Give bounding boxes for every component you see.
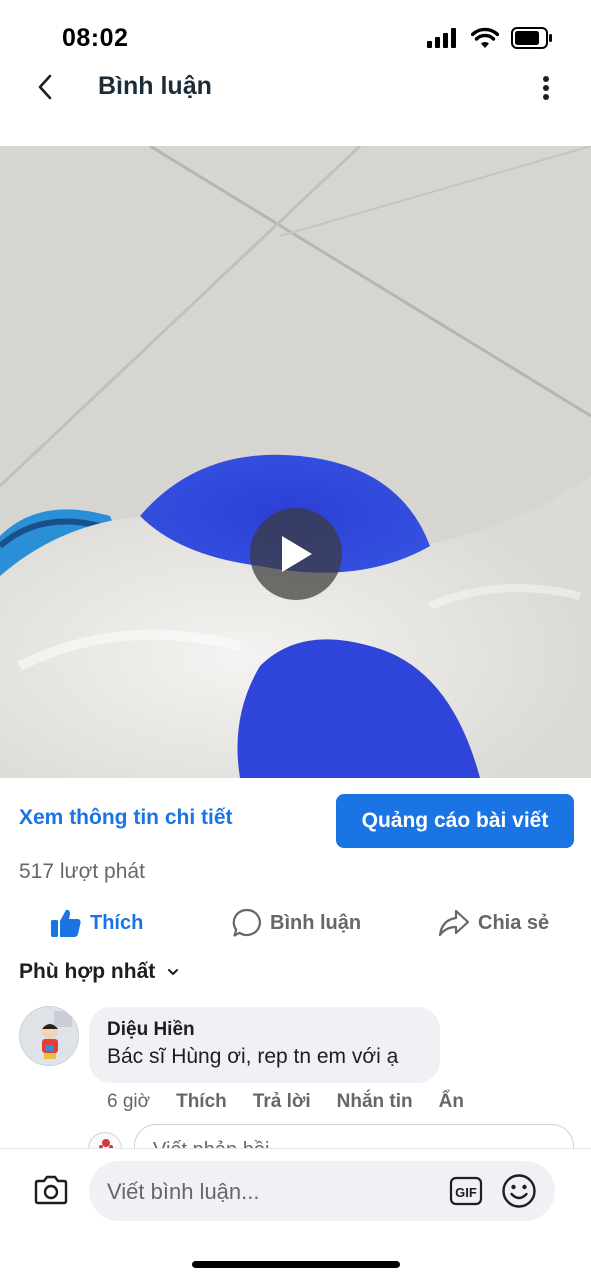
comment-author[interactable]: Diệu Hiền xyxy=(107,1019,195,1041)
comment-meta: 6 giờ Thích Trả lời Nhắn tin Ẩn xyxy=(107,1091,464,1113)
svg-text:GIF: GIF xyxy=(455,1185,477,1200)
share-label: Chia sẻ xyxy=(478,911,550,934)
emoji-button[interactable] xyxy=(501,1173,537,1209)
header: Bình luận xyxy=(0,62,591,112)
comment-bubble[interactable]: Diệu Hiền Bác sĩ Hùng ơi, rep tn em với … xyxy=(89,1007,440,1083)
status-time: 08:02 xyxy=(62,24,129,52)
reaction-bar: Thích Bình luận Chia sẻ xyxy=(0,900,591,946)
gif-button[interactable]: GIF xyxy=(449,1175,483,1207)
more-vertical-icon xyxy=(543,76,549,100)
like-button[interactable]: Thích xyxy=(50,900,143,946)
chevron-left-icon xyxy=(38,74,52,100)
comment-label: Bình luận xyxy=(270,911,362,934)
video-thumbnail xyxy=(0,146,591,778)
more-options-button[interactable] xyxy=(531,70,561,106)
page-title: Bình luận xyxy=(98,72,212,100)
view-count: 517 lượt phát xyxy=(19,860,145,883)
share-button[interactable]: Chia sẻ xyxy=(438,900,549,946)
comment-sort-dropdown[interactable]: Phù hợp nhất xyxy=(19,960,179,984)
comment-time: 6 giờ xyxy=(107,1091,151,1112)
play-button[interactable] xyxy=(250,508,342,600)
comment-button[interactable]: Bình luận xyxy=(232,900,361,946)
sort-label: Phù hợp nhất xyxy=(19,960,156,983)
home-indicator xyxy=(192,1261,400,1268)
view-details-link[interactable]: Xem thông tin chi tiết xyxy=(19,806,233,830)
chevron-down-icon xyxy=(168,969,179,975)
status-icons xyxy=(427,27,553,49)
comment-message-button[interactable]: Nhắn tin xyxy=(337,1091,413,1113)
gif-icon: GIF xyxy=(449,1176,483,1206)
video-player[interactable] xyxy=(0,146,591,778)
smiley-icon xyxy=(502,1174,536,1208)
comment-input[interactable]: Viết bình luận... GIF xyxy=(89,1161,555,1221)
back-button[interactable] xyxy=(28,68,62,106)
avatar[interactable] xyxy=(19,1006,79,1066)
comment-placeholder: Viết bình luận... xyxy=(107,1179,260,1204)
comment-hide-button[interactable]: Ẩn xyxy=(439,1091,464,1113)
camera-button[interactable] xyxy=(32,1171,70,1209)
battery-icon xyxy=(511,27,552,49)
camera-icon xyxy=(34,1175,68,1205)
comment-like-button[interactable]: Thích xyxy=(176,1091,227,1113)
wifi-icon xyxy=(471,27,499,48)
share-arrow-icon xyxy=(438,909,470,937)
comment-bubble-icon xyxy=(232,908,261,937)
comment-reply-button[interactable]: Trả lời xyxy=(253,1091,311,1113)
play-icon xyxy=(282,536,312,572)
thumbs-up-icon xyxy=(51,909,81,937)
comment-composer-bar: Viết bình luận... GIF xyxy=(0,1148,591,1280)
status-bar: 08:02 xyxy=(0,0,591,70)
like-label: Thích xyxy=(90,911,144,934)
comment-text: Bác sĩ Hùng ơi, rep tn em với ạ xyxy=(107,1045,399,1068)
avatar-image xyxy=(20,1007,78,1065)
cellular-signal-icon xyxy=(427,28,456,48)
boost-post-button[interactable]: Quảng cáo bài viết xyxy=(336,794,574,848)
